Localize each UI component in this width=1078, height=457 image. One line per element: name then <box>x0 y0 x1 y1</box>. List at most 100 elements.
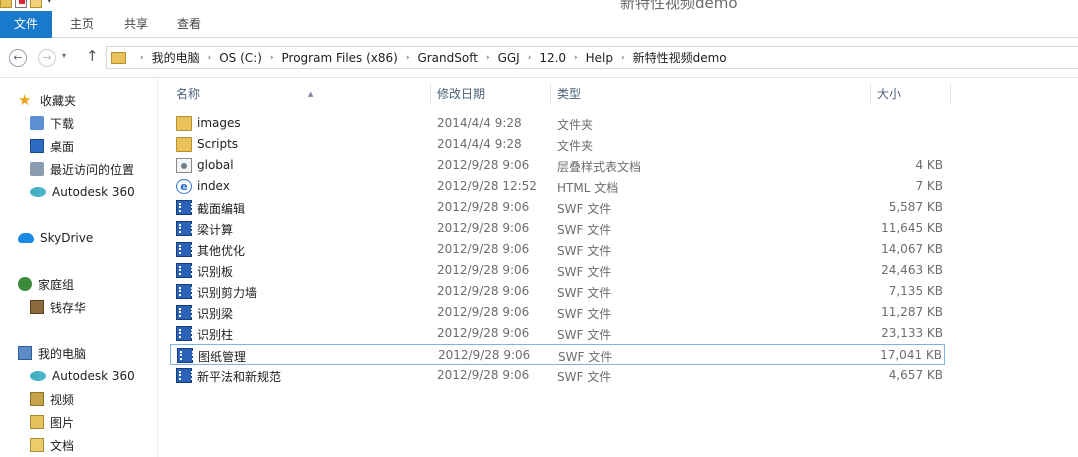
autodesk-360-icon <box>30 371 46 381</box>
recent-locations-button[interactable]: ▾ <box>62 51 66 60</box>
sidebar-item-favorites[interactable]: ★ 收藏夹 <box>18 90 76 110</box>
chevron-right-icon[interactable]: › <box>574 53 578 63</box>
stylesheet-file-icon <box>176 158 192 173</box>
up-button[interactable]: ↑ <box>86 47 99 65</box>
file-name: 新平法和新规范 <box>197 370 282 384</box>
file-type: SWF 文件 <box>557 244 612 258</box>
file-date: 2012/9/28 9:06 <box>437 200 530 214</box>
navigation-bar: ← → ▾ ↑ › 我的电脑 › OS (C:) › Program Files… <box>0 38 1078 78</box>
file-row[interactable]: Scripts 2014/4/4 9:28 文件夹 <box>170 134 945 155</box>
sidebar-item-computer[interactable]: 我的电脑 <box>18 343 86 363</box>
file-row[interactable]: 识别柱 2012/9/28 9:06 SWF 文件 23,133 KB <box>170 323 945 344</box>
file-type: SWF 文件 <box>558 350 613 364</box>
file-name: index <box>197 179 230 193</box>
ribbon: 文件 主页 共享 查看 <box>0 11 1078 38</box>
breadcrumb-drive-c[interactable]: OS (C:) <box>219 51 262 65</box>
autodesk-360-icon <box>30 187 46 197</box>
breadcrumb: › 我的电脑 › OS (C:) › Program Files (x86) ›… <box>132 49 727 66</box>
tab-home[interactable]: 主页 <box>68 11 96 38</box>
file-name: images <box>197 116 241 130</box>
sidebar-item-label: 图片 <box>50 415 75 430</box>
file-row[interactable]: 识别梁 2012/9/28 9:06 SWF 文件 11,287 KB <box>170 302 945 323</box>
column-header-label: 名称 <box>176 87 201 101</box>
sidebar-item-skydrive[interactable]: SkyDrive <box>18 228 93 248</box>
sidebar-item-desktop[interactable]: 桌面 <box>30 136 74 156</box>
file-size: 4,657 KB <box>888 368 943 382</box>
forward-button[interactable]: → <box>38 49 56 67</box>
column-header-date[interactable]: 修改日期 <box>431 83 551 105</box>
arrow-up-icon: ↑ <box>86 47 99 65</box>
file-row[interactable]: 梁计算 2012/9/28 9:06 SWF 文件 11,645 KB <box>170 218 945 239</box>
file-name: 识别剪力墙 <box>197 286 258 300</box>
breadcrumb-current-folder[interactable]: 新特性视频demo <box>633 49 727 66</box>
breadcrumb-program-files[interactable]: Program Files (x86) <box>282 51 398 65</box>
file-type: SWF 文件 <box>557 307 612 321</box>
sidebar-item-documents[interactable]: 文档 <box>30 435 74 455</box>
file-size: 7 KB <box>915 179 943 193</box>
breadcrumb-help[interactable]: Help <box>586 51 613 65</box>
sidebar-item-autodesk-360[interactable]: Autodesk 360 <box>30 182 135 202</box>
breadcrumb-computer[interactable]: 我的电脑 <box>152 49 200 66</box>
file-type: 文件夹 <box>557 118 594 132</box>
file-type: SWF 文件 <box>557 223 612 237</box>
column-header-size[interactable]: 大小 <box>871 83 951 105</box>
sidebar-item-homegroup[interactable]: 家庭组 <box>18 274 74 294</box>
file-date: 2012/9/28 9:06 <box>438 348 531 362</box>
swf-file-icon <box>176 242 192 257</box>
sidebar-item-downloads[interactable]: 下载 <box>30 113 74 133</box>
tab-share[interactable]: 共享 <box>122 11 150 38</box>
chevron-down-icon[interactable]: ▾ <box>47 0 52 8</box>
file-type: SWF 文件 <box>557 286 612 300</box>
breadcrumb-version[interactable]: 12.0 <box>539 51 566 65</box>
file-row[interactable]: global 2012/9/28 9:06 层叠样式表文档 4 KB <box>170 155 945 176</box>
folder-icon <box>176 116 192 131</box>
navigation-pane: ★ 收藏夹 下载 桌面 最近访问的位置 Autodesk 360 SkyDriv… <box>0 78 158 457</box>
sidebar-item-label: 钱存华 <box>50 300 87 315</box>
file-row[interactable]: 其他优化 2012/9/28 9:06 SWF 文件 14,067 KB <box>170 239 945 260</box>
new-folder-icon[interactable] <box>30 0 42 8</box>
sidebar-item-label: Autodesk 360 <box>52 185 135 199</box>
file-name: 截面编辑 <box>197 202 246 216</box>
sidebar-item-recent-places[interactable]: 最近访问的位置 <box>30 159 134 179</box>
file-row[interactable]: 识别板 2012/9/28 9:06 SWF 文件 24,463 KB <box>170 260 945 281</box>
chevron-right-icon[interactable]: › <box>406 53 410 63</box>
chevron-right-icon[interactable]: › <box>528 53 532 63</box>
breadcrumb-ggj[interactable]: GGJ <box>498 51 520 65</box>
sidebar-item-autodesk-360-pc[interactable]: Autodesk 360 <box>30 366 135 386</box>
address-bar[interactable]: › 我的电脑 › OS (C:) › Program Files (x86) ›… <box>106 46 1078 69</box>
folder-icon <box>176 137 192 152</box>
file-row[interactable]: 识别剪力墙 2012/9/28 9:06 SWF 文件 7,135 KB <box>170 281 945 302</box>
column-header-name[interactable]: 名称 ▲ <box>170 83 431 105</box>
file-row[interactable]: images 2014/4/4 9:28 文件夹 <box>170 113 945 134</box>
sidebar-item-homegroup-user[interactable]: 钱存华 <box>30 297 86 317</box>
file-row[interactable]: 新平法和新规范 2012/9/28 9:06 SWF 文件 4,657 KB <box>170 365 945 386</box>
sidebar-item-label: Autodesk 360 <box>52 369 135 383</box>
folder-icon[interactable] <box>0 0 12 8</box>
chevron-right-icon[interactable]: › <box>621 53 625 63</box>
quick-access-toolbar: ▾ <box>0 0 52 8</box>
column-header-type[interactable]: 类型 <box>551 83 871 105</box>
breadcrumb-grandsoft[interactable]: GrandSoft <box>417 51 478 65</box>
back-button[interactable]: ← <box>9 49 27 67</box>
file-size: 17,041 KB <box>880 348 942 362</box>
chevron-right-icon[interactable]: › <box>270 53 274 63</box>
chevron-right-icon[interactable]: › <box>486 53 490 63</box>
chevron-right-icon[interactable]: › <box>208 53 212 63</box>
chevron-right-icon[interactable]: › <box>140 53 144 63</box>
file-row[interactable]: index 2012/9/28 12:52 HTML 文档 7 KB <box>170 176 945 197</box>
file-date: 2012/9/28 9:06 <box>437 221 530 235</box>
tab-file[interactable]: 文件 <box>0 11 52 38</box>
file-date: 2012/9/28 9:06 <box>437 305 530 319</box>
swf-file-icon <box>176 284 192 299</box>
file-name: 识别梁 <box>197 307 234 321</box>
swf-file-icon <box>177 348 193 363</box>
file-row[interactable]: 图纸管理 2012/9/28 9:06 SWF 文件 17,041 KB <box>170 344 945 365</box>
tab-view[interactable]: 查看 <box>175 11 203 38</box>
file-row[interactable]: 截面编辑 2012/9/28 9:06 SWF 文件 5,587 KB <box>170 197 945 218</box>
sidebar-item-videos[interactable]: 视频 <box>30 389 74 409</box>
properties-icon[interactable] <box>15 0 27 8</box>
arrow-right-icon: → <box>42 51 52 64</box>
file-name: 识别板 <box>197 265 234 279</box>
arrow-left-icon: ← <box>13 51 23 64</box>
sidebar-item-pictures[interactable]: 图片 <box>30 412 74 432</box>
